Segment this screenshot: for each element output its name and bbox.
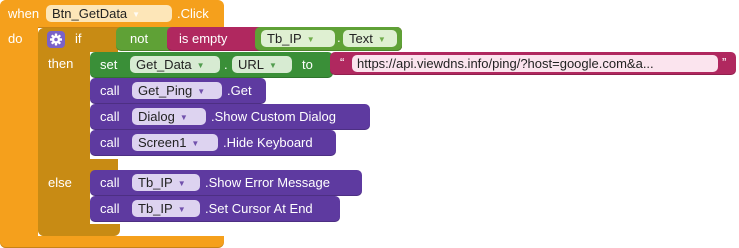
- chevron-down-icon: ▼: [196, 61, 205, 70]
- if-block-bottom: [38, 224, 120, 236]
- not-label: not: [130, 31, 149, 46]
- event-component-label: Btn_GetData: [52, 6, 128, 21]
- chevron-down-icon: ▼: [177, 205, 186, 214]
- call-method-label: .Set Cursor At End: [205, 201, 313, 216]
- chevron-down-icon: ▼: [269, 61, 277, 70]
- to-label: to: [302, 57, 313, 72]
- call-set-cursor-at-end-block[interactable]: call Tb_IP ▼ .Set Cursor At End: [90, 196, 340, 222]
- gear-icon-svg: [50, 33, 62, 46]
- event-name-label: .Click: [177, 6, 209, 21]
- gear-icon[interactable]: [47, 31, 65, 48]
- when-label: when: [8, 6, 40, 21]
- condition-property-dropdown[interactable]: Text ▼: [343, 30, 397, 47]
- dot-separator: .: [224, 57, 228, 72]
- set-component-label: Get_Data: [136, 57, 192, 72]
- url-text-value: https://api.viewdns.info/ping/?host=goog…: [357, 56, 654, 71]
- condition-component-label: Tb_IP: [267, 31, 302, 46]
- condition-component-dropdown[interactable]: Tb_IP ▼: [261, 30, 335, 47]
- call-method-label: .Show Custom Dialog: [211, 109, 336, 124]
- else-label: else: [48, 175, 72, 190]
- component-property-getter[interactable]: Tb_IP ▼ . Text ▼: [255, 27, 402, 51]
- set-property-dropdown[interactable]: URL ▼: [232, 56, 292, 73]
- set-label: set: [100, 57, 118, 72]
- chevron-down-icon: ▼: [306, 35, 315, 44]
- chevron-down-icon: ▼: [377, 35, 386, 44]
- chevron-down-icon: ▼: [179, 113, 188, 122]
- do-label: do: [8, 31, 23, 46]
- call-component-dropdown[interactable]: Dialog ▼: [132, 108, 206, 125]
- call-component-label: Dialog: [138, 109, 175, 124]
- chevron-down-icon: ▼: [177, 179, 186, 188]
- call-component-dropdown[interactable]: Tb_IP ▼: [132, 200, 200, 217]
- call-component-dropdown[interactable]: Get_Ping ▼: [132, 82, 222, 99]
- chevron-down-icon: ▼: [197, 87, 206, 96]
- call-component-dropdown[interactable]: Screen1 ▼: [132, 134, 218, 151]
- url-text-field[interactable]: https://api.viewdns.info/ping/?host=goog…: [352, 55, 718, 72]
- quote-close: ”: [722, 55, 727, 70]
- call-show-error-message-block[interactable]: call Tb_IP ▼ .Show Error Message: [90, 170, 362, 196]
- set-property-block[interactable]: set Get_Data ▼ . URL ▼ to: [90, 52, 333, 78]
- is-empty-label: is empty: [179, 31, 228, 46]
- event-block-footer: [0, 236, 224, 248]
- call-label: call: [100, 135, 120, 150]
- chevron-down-icon: ▼: [132, 10, 141, 19]
- set-property-label: URL: [238, 57, 265, 72]
- call-hide-keyboard-block[interactable]: call Screen1 ▼ .Hide Keyboard: [90, 130, 336, 156]
- call-component-label: Tb_IP: [138, 201, 173, 216]
- call-method-label: .Get: [227, 83, 252, 98]
- call-component-label: Screen1: [138, 135, 187, 150]
- call-component-dropdown[interactable]: Tb_IP ▼: [132, 174, 200, 191]
- set-component-dropdown[interactable]: Get_Data ▼: [130, 56, 220, 73]
- event-component-dropdown[interactable]: Btn_GetData ▼: [46, 5, 172, 22]
- call-show-custom-dialog-block[interactable]: call Dialog ▼ .Show Custom Dialog: [90, 104, 370, 130]
- if-label: if: [75, 31, 82, 46]
- call-label: call: [100, 175, 120, 190]
- condition-property-label: Text: [349, 31, 373, 46]
- quote-open: “: [340, 55, 345, 70]
- text-string-block[interactable]: “ https://api.viewdns.info/ping/?host=go…: [330, 52, 736, 75]
- dot-separator: .: [337, 30, 341, 45]
- call-label: call: [100, 109, 120, 124]
- call-component-label: Get_Ping: [138, 83, 193, 98]
- call-label: call: [100, 201, 120, 216]
- call-get-ping-block[interactable]: call Get_Ping ▼ .Get: [90, 78, 266, 104]
- call-component-label: Tb_IP: [138, 175, 173, 190]
- then-label: then: [48, 56, 74, 71]
- call-method-label: .Show Error Message: [205, 175, 330, 190]
- chevron-down-icon: ▼: [191, 139, 200, 148]
- call-label: call: [100, 83, 120, 98]
- call-method-label: .Hide Keyboard: [223, 135, 313, 150]
